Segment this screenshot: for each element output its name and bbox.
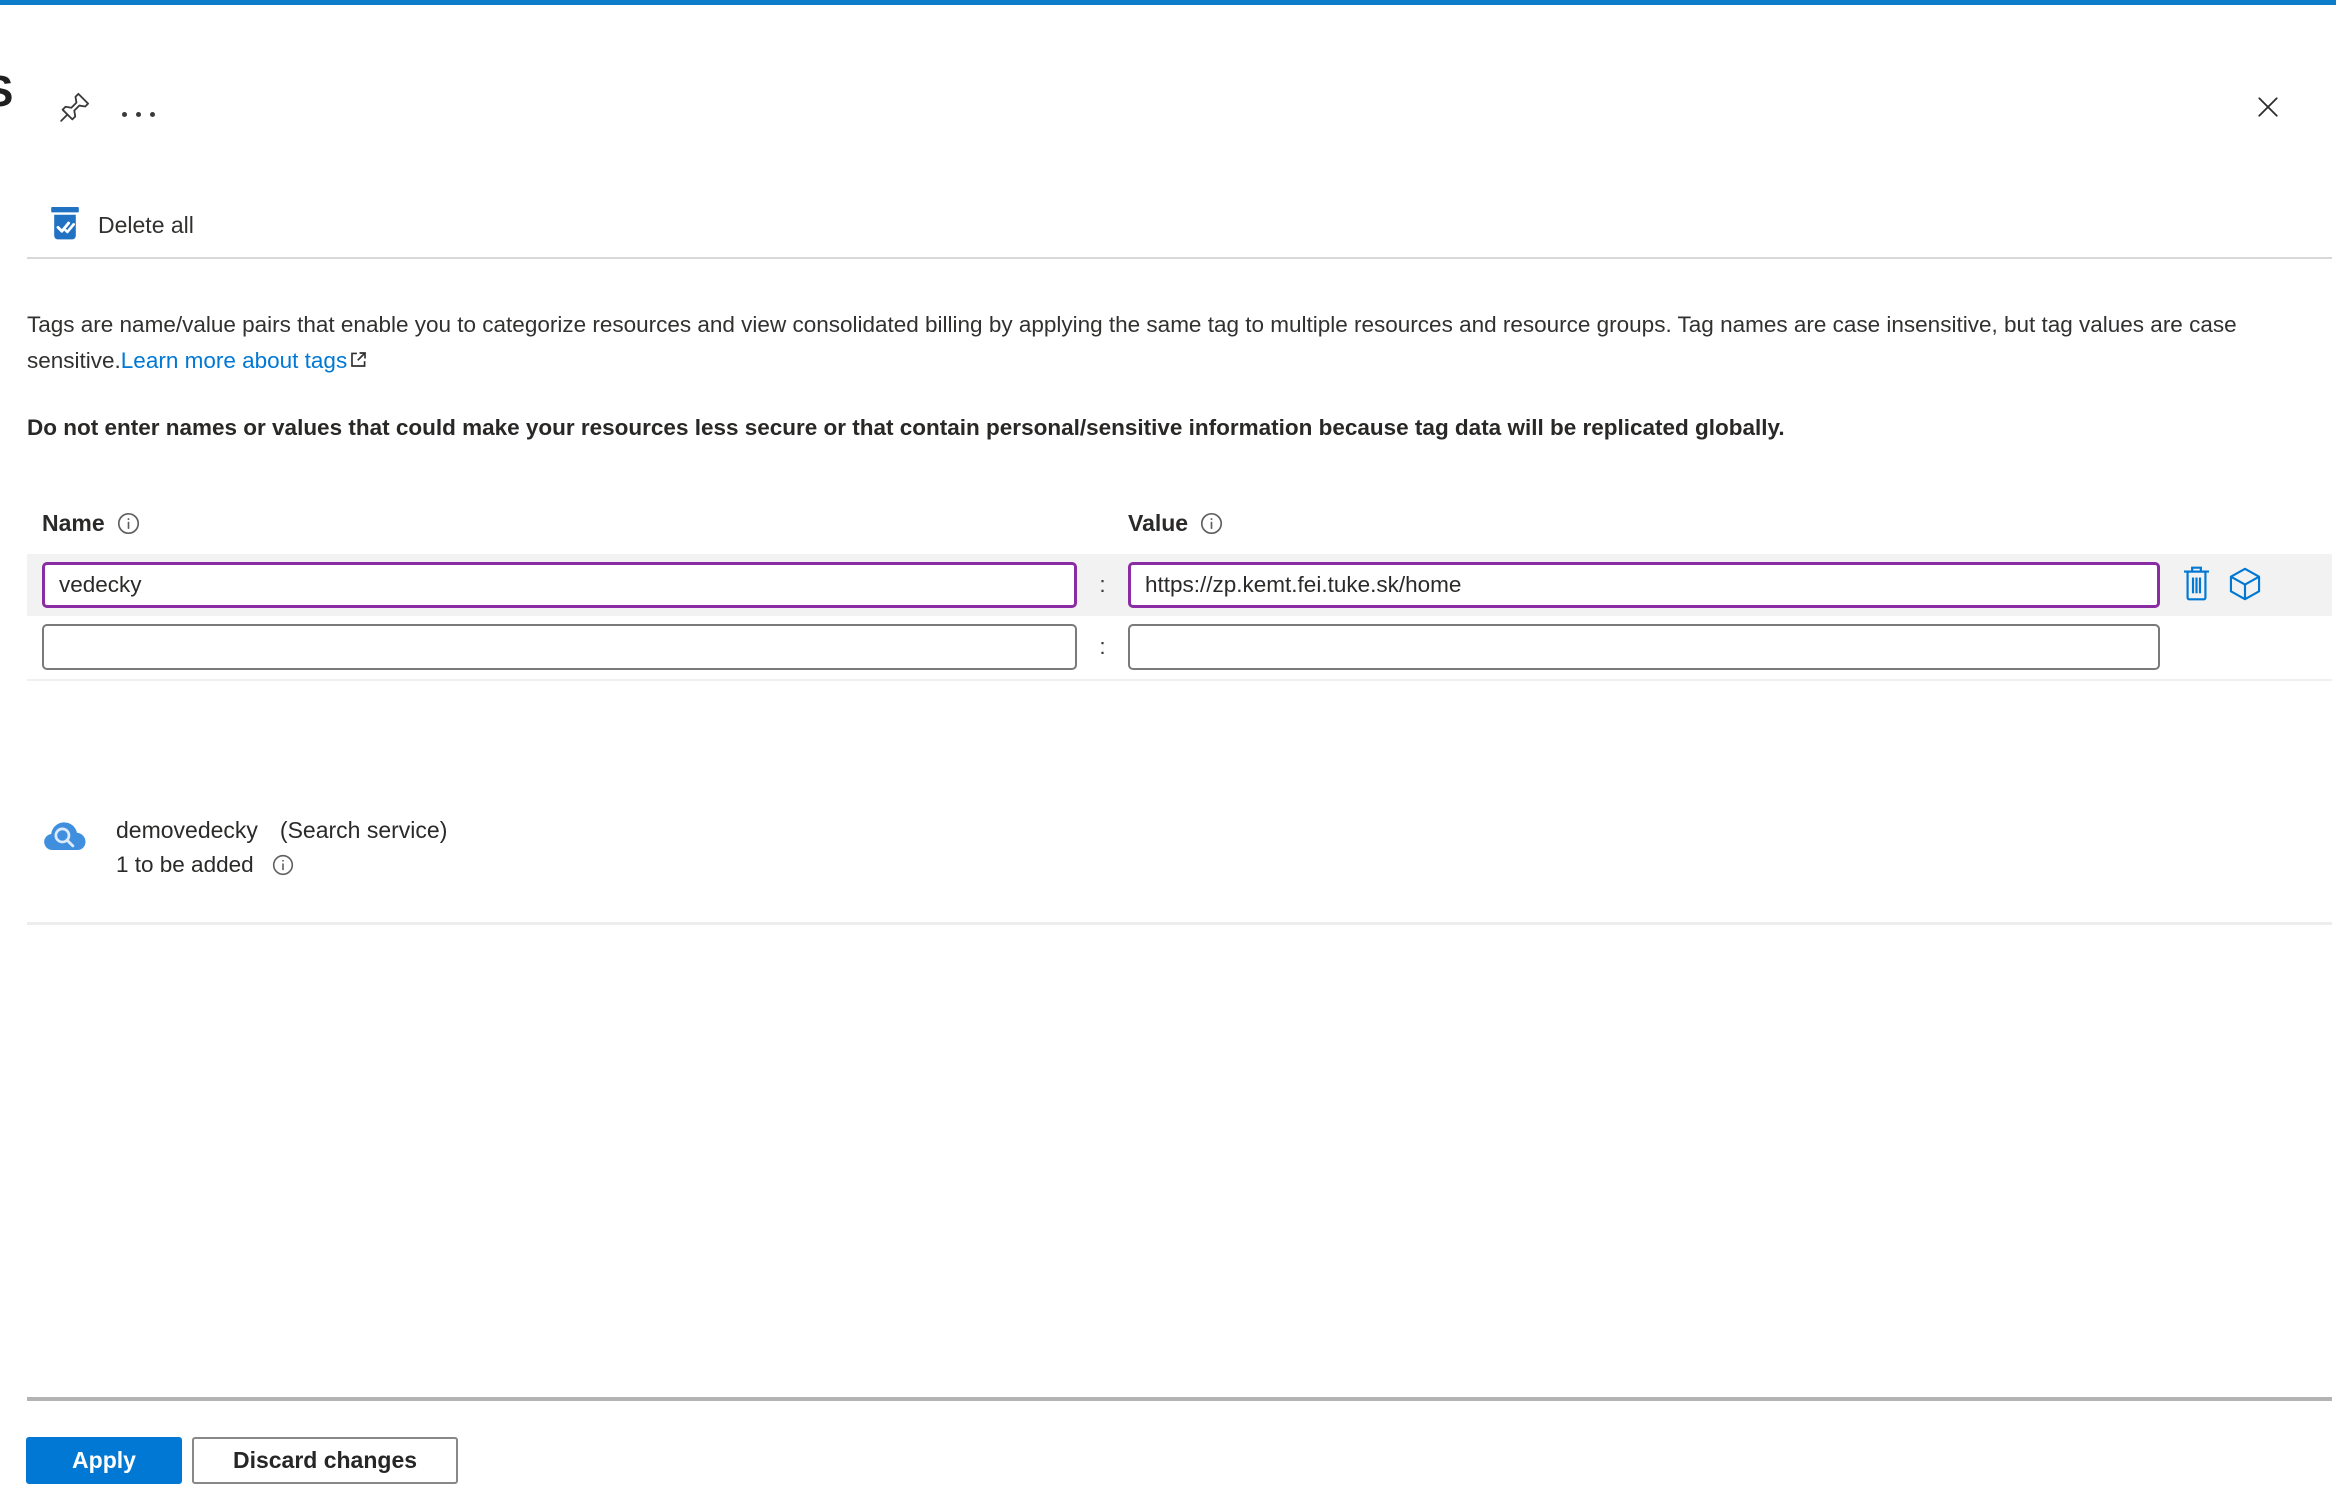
tag-row: : (27, 554, 2332, 616)
pending-info-icon[interactable] (272, 854, 294, 876)
blade-header: S (0, 5, 2336, 135)
name-info-icon[interactable] (117, 512, 140, 535)
close-button[interactable] (2250, 89, 2286, 128)
tag-row-actions (2178, 563, 2265, 607)
toolbar: Delete all (0, 201, 2336, 249)
tag-grid-headers: Name Value (42, 505, 2336, 541)
external-link-icon (348, 345, 369, 381)
more-icon (122, 111, 127, 117)
cube-icon (2227, 566, 2263, 605)
discard-changes-button[interactable]: Discard changes (192, 1437, 458, 1484)
value-column-header: Value (1128, 509, 1189, 536)
delete-tag-button[interactable] (2178, 563, 2215, 607)
footer-divider (27, 1397, 2332, 1401)
tags-description: Tags are name/value pairs that enable yo… (27, 307, 2310, 381)
value-info-icon[interactable] (1200, 512, 1223, 535)
delete-all-icon (48, 204, 82, 246)
toolbar-divider (27, 257, 2332, 259)
blade-partial-title: S (0, 67, 13, 117)
pin-button[interactable] (54, 85, 96, 132)
resource-type: (Search service) (279, 817, 448, 843)
more-button[interactable] (118, 97, 159, 131)
tag-name-input[interactable] (42, 624, 1077, 670)
pending-changes-label: 1 to be added (116, 852, 254, 877)
resource-name: demovedecky (116, 817, 258, 843)
tag-value-input[interactable] (1128, 562, 2160, 608)
resource-lines: demovedecky (Search service) 1 to be add… (116, 815, 447, 878)
value-column-header-cell: Value (1128, 510, 1223, 537)
apply-button[interactable]: Apply (26, 1437, 182, 1484)
learn-more-link[interactable]: Learn more about tags (121, 348, 347, 373)
close-icon (2254, 97, 2282, 124)
search-service-icon (40, 815, 90, 878)
tag-rows: : (0, 554, 2336, 674)
tag-name-input[interactable] (42, 562, 1077, 608)
trash-icon (2180, 565, 2213, 605)
name-column-header-cell: Name (42, 510, 1128, 537)
security-warning: Do not enter names or values that could … (27, 415, 1785, 440)
tags-blade: S (0, 0, 2336, 1512)
colon-separator: : (1099, 634, 1106, 659)
delete-all-label: Delete all (98, 211, 194, 238)
resource-summary: demovedecky (Search service) 1 to be add… (40, 815, 2336, 878)
name-column-header: Name (42, 509, 105, 536)
resource-tag-button[interactable] (2225, 564, 2265, 607)
pin-icon (58, 92, 92, 128)
rows-divider (27, 679, 2332, 681)
tag-row: : (27, 620, 2332, 674)
tag-value-input[interactable] (1128, 624, 2160, 670)
delete-all-button[interactable]: Delete all (48, 204, 194, 246)
colon-separator: : (1099, 572, 1106, 597)
footer-actions: Apply Discard changes (26, 1437, 2336, 1484)
